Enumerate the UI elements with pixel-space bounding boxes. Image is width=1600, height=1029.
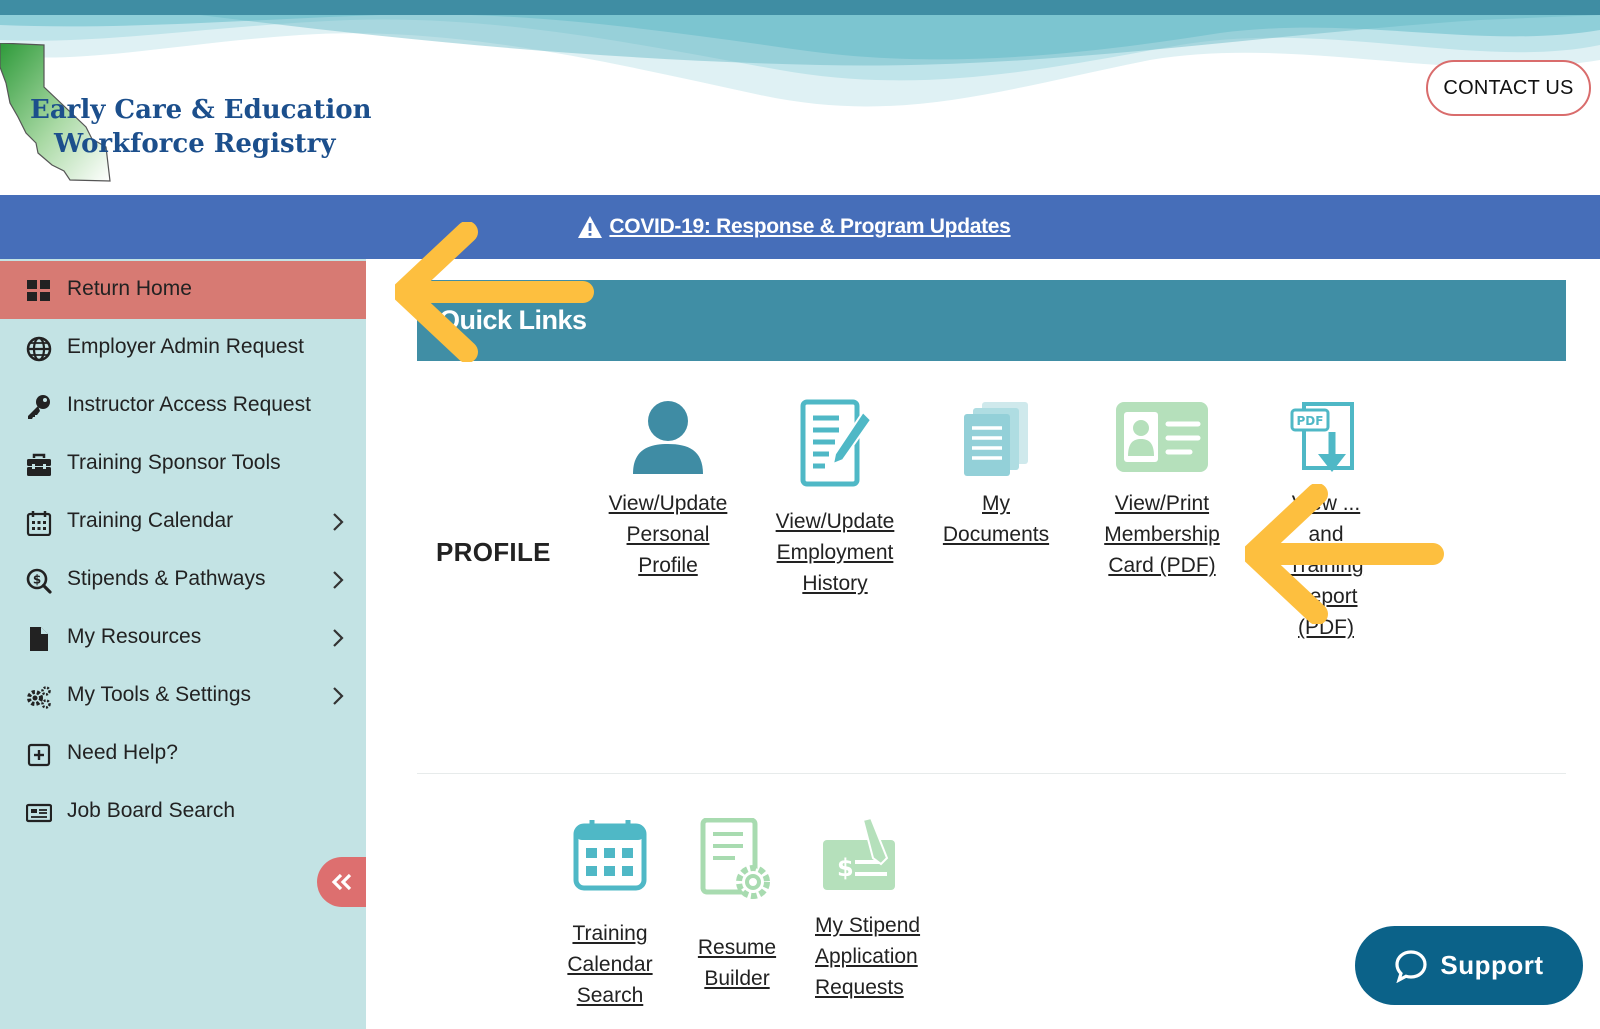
sidebar-item-label: Employer Admin Request bbox=[67, 335, 304, 358]
sidebar-item-label: Return Home bbox=[67, 277, 192, 300]
search-dollar-icon: $ bbox=[26, 568, 52, 594]
sidebar-item-label: Training Calendar bbox=[67, 509, 234, 532]
annotation-arrow-icon bbox=[395, 222, 594, 362]
sidebar-item-label: My Tools & Settings bbox=[67, 683, 252, 706]
training-calendar-search-link[interactable]: Training Calendar Search bbox=[560, 918, 660, 1011]
pdf-download-icon: PDF bbox=[1290, 402, 1354, 472]
file-icon bbox=[30, 627, 48, 651]
globe-icon bbox=[26, 336, 52, 362]
my-documents-tile[interactable]: My Documents bbox=[926, 398, 1066, 550]
documents-icon bbox=[964, 402, 1028, 476]
chevron-right-icon bbox=[333, 629, 344, 647]
view-update-personal-profile-link[interactable]: View/Update Personal Profile bbox=[598, 488, 738, 581]
view-update-employment-history-tile[interactable]: View/Update Employment History bbox=[765, 398, 905, 599]
my-stipend-application-requests-tile[interactable]: $ My Stipend Application Requests bbox=[815, 818, 935, 1003]
view-print-membership-card-tile[interactable]: View/Print Membership Card (PDF) bbox=[1092, 398, 1232, 581]
calendar-grid-icon bbox=[573, 820, 647, 891]
view-print-membership-card-link[interactable]: View/Print Membership Card (PDF) bbox=[1092, 488, 1232, 581]
resume-builder-tile[interactable]: Resume Builder bbox=[682, 818, 792, 994]
sidebar: Return Home Employer Admin Request Instr… bbox=[0, 259, 366, 1029]
sidebar-collapse-button[interactable] bbox=[317, 857, 366, 907]
annotation-arrow-icon bbox=[1245, 484, 1444, 624]
sidebar-item-label: Instructor Access Request bbox=[67, 393, 311, 416]
toolbox-icon bbox=[27, 453, 51, 476]
sidebar-item-employer-admin-request[interactable]: Employer Admin Request bbox=[0, 319, 366, 377]
document-gear-icon bbox=[700, 818, 770, 899]
support-label: Support bbox=[1440, 950, 1544, 980]
view-update-personal-profile-tile[interactable]: View/Update Personal Profile bbox=[598, 398, 738, 581]
covid-updates-link[interactable]: COVID-19: Response & Program Updates bbox=[609, 215, 1010, 239]
newspaper-icon bbox=[26, 803, 52, 823]
profile-section-label: PROFILE bbox=[436, 537, 551, 567]
svg-text:PDF: PDF bbox=[1297, 414, 1324, 428]
chevron-right-icon bbox=[333, 687, 344, 705]
sidebar-item-label: Stipends & Pathways bbox=[67, 567, 266, 590]
key-icon bbox=[28, 395, 50, 419]
sidebar-item-return-home[interactable]: Return Home bbox=[0, 261, 366, 319]
sidebar-item-training-sponsor-tools[interactable]: Training Sponsor Tools bbox=[0, 435, 366, 493]
sidebar-item-my-tools-settings[interactable]: My Tools & Settings bbox=[0, 667, 366, 725]
grid-icon bbox=[27, 280, 50, 301]
view-update-employment-history-link[interactable]: View/Update Employment History bbox=[765, 506, 905, 599]
sidebar-item-need-help[interactable]: Need Help? bbox=[0, 725, 366, 783]
chevron-right-icon bbox=[333, 571, 344, 589]
chevron-right-icon bbox=[333, 513, 344, 531]
svg-text:$: $ bbox=[837, 854, 854, 882]
sidebar-item-label: Training Sponsor Tools bbox=[67, 451, 281, 474]
my-stipend-application-requests-link[interactable]: My Stipend Application Requests bbox=[815, 910, 935, 1003]
svg-text:$: $ bbox=[33, 573, 41, 587]
sidebar-item-instructor-access-request[interactable]: Instructor Access Request bbox=[0, 377, 366, 435]
sidebar-item-job-board-search[interactable]: Job Board Search bbox=[0, 783, 366, 841]
section-divider bbox=[417, 773, 1566, 774]
resume-builder-link[interactable]: Resume Builder bbox=[682, 932, 792, 994]
support-button[interactable]: Support bbox=[1355, 926, 1583, 1005]
site-header: Early Care & Education Workforce Registr… bbox=[0, 15, 1600, 195]
covid-banner: COVID-19: Response & Program Updates bbox=[0, 195, 1600, 259]
logo-title-line1: Early Care & Education bbox=[30, 95, 372, 125]
logo-title-line2: Workforce Registry bbox=[54, 129, 336, 159]
id-card-icon bbox=[1116, 402, 1208, 472]
training-calendar-search-tile[interactable]: Training Calendar Search bbox=[560, 818, 660, 1011]
sidebar-item-stipends-pathways[interactable]: $ Stipends & Pathways bbox=[0, 551, 366, 609]
sidebar-item-training-calendar[interactable]: Training Calendar bbox=[0, 493, 366, 551]
gears-icon bbox=[27, 686, 51, 709]
site-logo[interactable]: Early Care & Education Workforce Registr… bbox=[0, 43, 371, 195]
user-icon bbox=[633, 401, 703, 474]
edit-document-icon bbox=[800, 399, 873, 487]
double-chevron-left-icon bbox=[331, 873, 351, 891]
sidebar-item-label: My Resources bbox=[67, 625, 202, 648]
top-strip bbox=[0, 0, 1600, 15]
plus-square-icon bbox=[27, 743, 51, 767]
sidebar-item-my-resources[interactable]: My Resources bbox=[0, 609, 366, 667]
contact-us-button[interactable]: CONTACT US bbox=[1426, 60, 1591, 116]
calendar-icon bbox=[26, 511, 52, 536]
sidebar-item-label: Job Board Search bbox=[67, 799, 236, 822]
sidebar-item-label: Need Help? bbox=[67, 741, 178, 764]
check-signature-icon: $ bbox=[823, 818, 895, 890]
chat-bubble-icon bbox=[1395, 949, 1428, 983]
my-documents-link[interactable]: My Documents bbox=[926, 488, 1066, 550]
